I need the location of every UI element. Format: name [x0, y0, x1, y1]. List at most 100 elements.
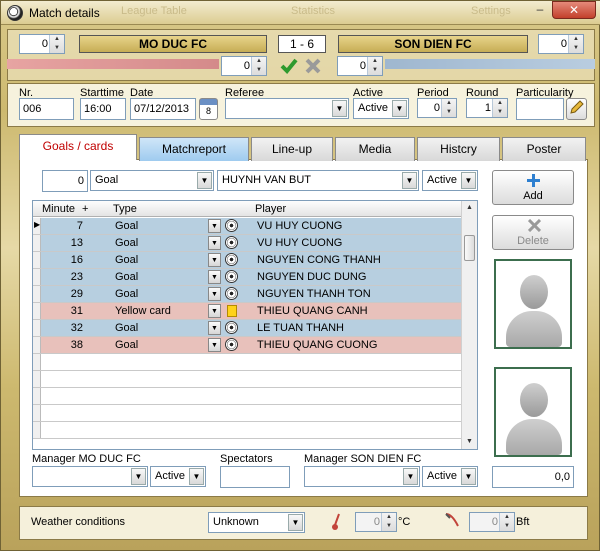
- chevron-down-icon[interactable]: ▼: [288, 514, 303, 531]
- tab-matchreport[interactable]: Matchreport: [139, 137, 249, 161]
- cancel-x-icon[interactable]: [304, 57, 322, 75]
- row-indicator[interactable]: [33, 320, 41, 336]
- cell-player[interactable]: LE TUAN THANH: [257, 322, 344, 334]
- row-indicator[interactable]: [33, 269, 41, 285]
- chevron-down-icon[interactable]: ▼: [208, 321, 221, 335]
- manager-home-select[interactable]: ▼: [32, 466, 148, 487]
- date-field[interactable]: 07/12/2013: [130, 98, 196, 120]
- chevron-down-icon[interactable]: ▼: [208, 338, 221, 352]
- chevron-down-icon[interactable]: ▼: [131, 468, 146, 485]
- row-indicator[interactable]: [33, 354, 41, 370]
- entry-status-select[interactable]: Active ▼: [422, 170, 478, 191]
- spin-down-icon[interactable]: ▼: [368, 66, 382, 75]
- row-indicator[interactable]: [33, 405, 41, 421]
- cell-type[interactable]: Goal: [115, 339, 138, 351]
- active-select[interactable]: Active ▼: [353, 98, 409, 119]
- scroll-thumb[interactable]: [464, 235, 475, 261]
- minimize-button[interactable]: –: [528, 1, 552, 19]
- particularity-field[interactable]: [516, 98, 564, 120]
- spin-up-icon[interactable]: ▲: [382, 513, 396, 522]
- cell-player[interactable]: NGUYEN CONG THANH: [257, 254, 381, 266]
- cell-minute[interactable]: 16: [63, 254, 83, 266]
- calendar-icon[interactable]: 8: [199, 98, 218, 120]
- chevron-down-icon[interactable]: ▼: [208, 219, 221, 233]
- grid-scrollbar[interactable]: ▲ ▼: [461, 201, 477, 449]
- table-row[interactable]: 38 Goal ▼ THIEU QUANG CUONG: [33, 337, 463, 354]
- chevron-down-icon[interactable]: ▼: [332, 100, 347, 117]
- cell-type[interactable]: Goal: [115, 271, 138, 283]
- cell-type[interactable]: Goal: [115, 288, 138, 300]
- away-penalty-spinner[interactable]: 0 ▲ ▼: [337, 56, 383, 76]
- cell-minute[interactable]: 23: [63, 271, 83, 283]
- cell-player[interactable]: NGUYEN THANH TON: [257, 288, 371, 300]
- spin-up-icon[interactable]: ▲: [368, 57, 382, 66]
- chevron-down-icon[interactable]: ▼: [392, 100, 407, 117]
- cell-type[interactable]: Goal: [115, 322, 138, 334]
- empty-table-row[interactable]: [33, 388, 463, 405]
- nr-field[interactable]: 006: [19, 98, 74, 120]
- chevron-down-icon[interactable]: ▼: [402, 172, 417, 189]
- scroll-down-icon[interactable]: ▼: [462, 435, 477, 449]
- edit-pencil-icon[interactable]: [566, 98, 587, 120]
- period-spinner[interactable]: 0 ▲ ▼: [417, 98, 457, 118]
- cell-minute[interactable]: 13: [63, 237, 83, 249]
- cell-type[interactable]: Goal: [115, 254, 138, 266]
- cell-player[interactable]: THIEU QUANG CANH: [257, 305, 368, 317]
- row-indicator[interactable]: [33, 337, 41, 353]
- round-spinner[interactable]: 1 ▲ ▼: [466, 98, 508, 118]
- chevron-down-icon[interactable]: ▼: [461, 172, 476, 189]
- row-indicator[interactable]: [33, 252, 41, 268]
- tab-history[interactable]: Histcry: [417, 137, 500, 161]
- chevron-down-icon[interactable]: ▼: [189, 468, 204, 485]
- row-indicator[interactable]: [33, 388, 41, 404]
- row-indicator[interactable]: [33, 371, 41, 387]
- cell-type[interactable]: Goal: [115, 220, 138, 232]
- row-indicator[interactable]: [33, 303, 41, 319]
- starttime-field[interactable]: 16:00: [80, 98, 126, 120]
- spin-down-icon[interactable]: ▼: [569, 44, 583, 53]
- spin-down-icon[interactable]: ▼: [382, 522, 396, 531]
- confirm-check-icon[interactable]: [280, 57, 298, 75]
- home-score-spinner[interactable]: 0 ▲ ▼: [19, 34, 65, 54]
- cell-player[interactable]: VU HUY CUONG: [257, 220, 342, 232]
- tab-goals-cards[interactable]: Goals / cards: [19, 134, 137, 160]
- cell-player[interactable]: VU HUY CUONG: [257, 237, 342, 249]
- cell-minute[interactable]: 38: [63, 339, 83, 351]
- col-type[interactable]: Type: [113, 203, 137, 215]
- away-score-spinner[interactable]: 0 ▲ ▼: [538, 34, 584, 54]
- add-button[interactable]: Add: [492, 170, 574, 205]
- empty-table-row[interactable]: [33, 371, 463, 388]
- cell-minute[interactable]: 7: [63, 220, 83, 232]
- row-indicator[interactable]: [33, 286, 41, 302]
- tab-line-up[interactable]: Line-up: [251, 137, 333, 161]
- table-row[interactable]: 31 Yellow card ▼ THIEU QUANG CANH: [33, 303, 463, 320]
- spin-down-icon[interactable]: ▼: [50, 44, 64, 53]
- delete-button[interactable]: Delete: [492, 215, 574, 250]
- referee-select[interactable]: ▼: [225, 98, 349, 119]
- chevron-down-icon[interactable]: ▼: [403, 468, 418, 485]
- empty-table-row[interactable]: [33, 354, 463, 371]
- empty-table-row[interactable]: [33, 405, 463, 422]
- table-row[interactable]: 32 Goal ▼ LE TUAN THANH: [33, 320, 463, 337]
- cell-player[interactable]: THIEU QUANG CUONG: [257, 339, 377, 351]
- spectators-field[interactable]: [220, 466, 290, 488]
- spin-up-icon[interactable]: ▲: [442, 99, 456, 108]
- row-indicator[interactable]: [33, 422, 41, 438]
- spin-up-icon[interactable]: ▲: [50, 35, 64, 44]
- spin-up-icon[interactable]: ▲: [569, 35, 583, 44]
- manager-away-select[interactable]: ▼: [304, 466, 420, 487]
- tab-media[interactable]: Media: [335, 137, 415, 161]
- row-indicator[interactable]: [33, 235, 41, 251]
- spin-down-icon[interactable]: ▼: [252, 66, 266, 75]
- manager-home-status-select[interactable]: Active ▼: [150, 466, 206, 487]
- col-player[interactable]: Player: [255, 203, 286, 215]
- col-minute[interactable]: Minute: [42, 203, 75, 215]
- event-type-select[interactable]: Goal ▼: [90, 170, 214, 191]
- cell-minute[interactable]: 32: [63, 322, 83, 334]
- cell-type[interactable]: Yellow card: [115, 305, 171, 317]
- spin-up-icon[interactable]: ▲: [252, 57, 266, 66]
- manager-away-status-select[interactable]: Active ▼: [422, 466, 478, 487]
- weather-select[interactable]: Unknown ▼: [208, 512, 305, 533]
- minute-input[interactable]: 0: [42, 170, 88, 192]
- rating-field[interactable]: 0,0: [492, 466, 574, 488]
